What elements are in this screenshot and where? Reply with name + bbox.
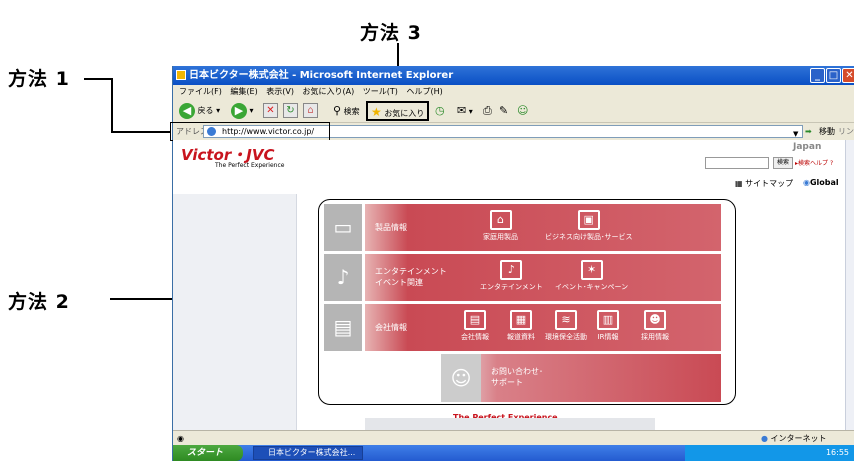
callout-method1: 方法 1	[8, 68, 70, 90]
callout-line	[111, 78, 113, 132]
home-icon: ⌂	[303, 103, 318, 118]
edit-icon: ✎	[499, 104, 509, 117]
ie-icon	[176, 70, 186, 80]
favorites-button[interactable]: ★ お気に入り	[366, 101, 430, 121]
history-button[interactable]: ◷	[435, 103, 445, 119]
refresh-icon: ↻	[283, 103, 298, 118]
go-button[interactable]: 移動	[819, 123, 835, 140]
logo-tagline: The Perfect Experience	[215, 162, 285, 169]
toolbar: ◀ 戻る ▾ ▶ ▾ ✕ ↻ ⌂ ⚲ 検索 ★ お気に入り ◷ ✉ ▾ ⎙ ✎ …	[173, 99, 854, 123]
menu-edit[interactable]: 編集(E)	[230, 85, 257, 99]
menu-file[interactable]: ファイル(F)	[179, 85, 222, 99]
messenger-button[interactable]: ☺	[517, 103, 528, 119]
start-button[interactable]: スタート	[173, 445, 243, 461]
menu-bar: ファイル(F) 編集(E) 表示(V) お気に入り(A) ツール(T) ヘルプ(…	[173, 85, 854, 99]
back-button[interactable]: ◀ 戻る ▾	[179, 103, 220, 119]
sitemap-link[interactable]: ▦ サイトマップ	[735, 178, 793, 189]
site-search-button[interactable]: 検索	[773, 157, 794, 169]
menu-help[interactable]: ヘルプ(H)	[406, 85, 442, 99]
back-arrow-icon: ◀	[179, 103, 195, 119]
history-icon: ◷	[435, 104, 445, 117]
forward-arrow-icon: ▶	[231, 103, 247, 119]
browser-window: 日本ビクター株式会社 - Microsoft Internet Explorer…	[170, 66, 854, 461]
callout-method2: 方法 2	[8, 291, 70, 313]
clock: 16:55	[825, 448, 849, 457]
mail-icon: ✉	[457, 104, 467, 117]
globe-icon: ●	[761, 434, 768, 443]
minimize-button[interactable]: _	[810, 68, 825, 83]
taskbar-ie-window[interactable]: 日本ビクター株式会社...	[253, 446, 363, 460]
print-icon: ⎙	[483, 104, 492, 117]
maximize-button[interactable]: □	[826, 68, 841, 83]
global-link[interactable]: ◉Global	[803, 178, 839, 187]
status-bar: ◉ ● インターネット	[173, 430, 854, 445]
vertical-scrollbar[interactable]	[845, 140, 854, 430]
search-help-link[interactable]: ▸検索ヘルプ ?	[795, 158, 833, 167]
menu-view[interactable]: 表示(V)	[266, 85, 294, 99]
globe-icon: ◉	[803, 178, 810, 187]
messenger-icon: ☺	[517, 104, 529, 117]
menu-favorites[interactable]: お気に入り(A)	[303, 85, 355, 99]
star-icon: ★	[371, 105, 382, 119]
close-button[interactable]: ✕	[842, 68, 854, 83]
taskbar: スタート 日本ビクター株式会社... 16:55	[173, 445, 854, 461]
navigation-highlight-box	[318, 199, 736, 405]
stop-button[interactable]: ✕	[263, 103, 278, 119]
search-icon: ⚲	[333, 104, 342, 117]
left-column	[173, 194, 297, 430]
internet-zone: ● インターネット	[761, 434, 827, 443]
address-highlight-box	[170, 122, 330, 141]
forward-button[interactable]: ▶ ▾	[231, 103, 254, 119]
callout-method3: 方法 3	[360, 22, 422, 44]
callout-line	[84, 78, 112, 80]
window-title: 日本ビクター株式会社 - Microsoft Internet Explorer	[189, 70, 454, 81]
site-search-input[interactable]	[705, 157, 769, 169]
search-button[interactable]: ⚲ 検索	[333, 103, 360, 119]
stop-icon: ✕	[263, 103, 278, 118]
refresh-button[interactable]: ↻	[283, 103, 298, 119]
region-label: Japan	[793, 142, 822, 152]
screenshot-root: 方法 1 方法 3 方法 2 日本ビクター株式会社 - Microsoft In…	[0, 0, 854, 461]
status-page-icon: ◉	[177, 434, 184, 443]
print-button[interactable]: ⎙	[483, 103, 492, 119]
system-tray: 16:55	[685, 445, 854, 461]
edit-button[interactable]: ✎	[499, 103, 508, 119]
go-icon: ➡	[805, 127, 812, 136]
footer-bar	[365, 418, 655, 430]
home-button[interactable]: ⌂	[303, 103, 318, 119]
menu-tools[interactable]: ツール(T)	[363, 85, 398, 99]
title-bar: 日本ビクター株式会社 - Microsoft Internet Explorer…	[173, 66, 854, 85]
mail-button[interactable]: ✉ ▾	[457, 103, 473, 119]
callout-line	[111, 131, 171, 133]
